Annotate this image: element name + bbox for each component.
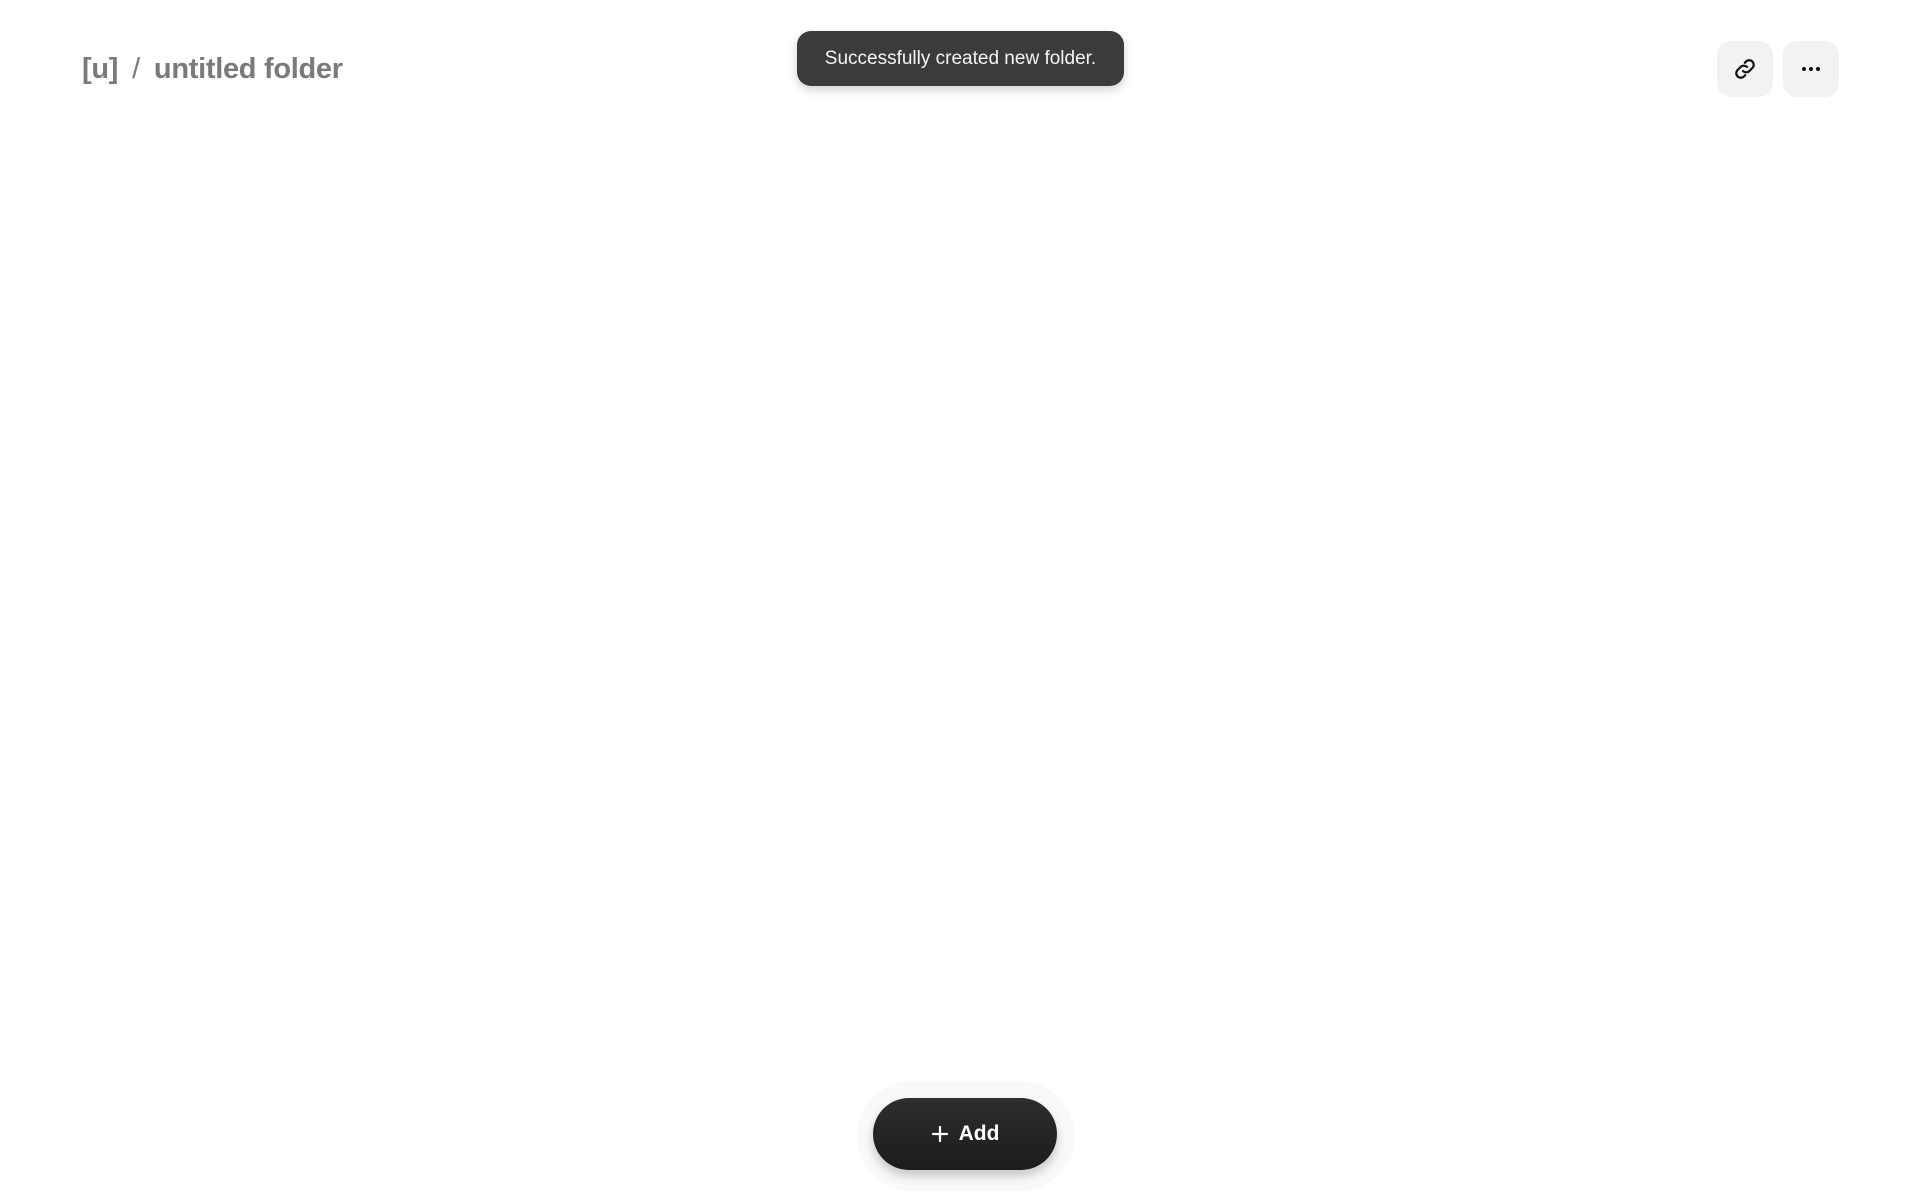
plus-icon [931,1125,948,1143]
toast-notification: Successfully created new folder. [797,31,1124,86]
add-button-label: Add [958,1122,1000,1145]
copy-link-button[interactable] [1717,41,1773,97]
link-icon [1735,59,1755,79]
more-options-button[interactable] [1783,41,1839,97]
breadcrumb: [u] / untitled folder [82,50,343,88]
add-button[interactable]: Add [873,1098,1057,1170]
breadcrumb-root[interactable]: [u] [82,53,118,86]
folder-page: [u] / untitled folder Successfully creat… [0,0,1920,1200]
toast-message: Successfully created new folder. [824,47,1097,69]
more-horizontal-icon [1802,67,1820,71]
breadcrumb-current-folder[interactable]: untitled folder [154,53,343,86]
breadcrumb-separator: / [132,52,140,85]
